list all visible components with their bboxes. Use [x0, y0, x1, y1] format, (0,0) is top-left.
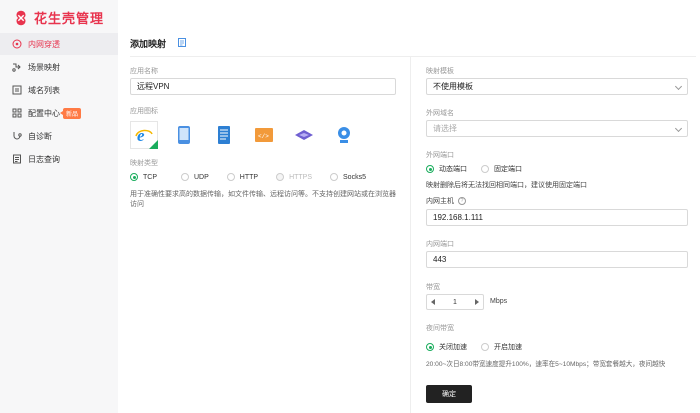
inner-port-label: 内网端口 — [426, 241, 454, 248]
sidebar-item-label: 日志查询 — [28, 154, 60, 164]
scene-icon — [12, 62, 22, 72]
app-name-label: 应用名称 — [130, 68, 158, 75]
sidebar: 花生壳管理 内网穿透 场景映射 域名列表 配置中心 新品 自诊断 日志查询 — [0, 0, 118, 413]
radio-dot — [426, 165, 434, 173]
network-icon — [12, 39, 22, 49]
radio-udp[interactable]: UDP — [181, 173, 209, 181]
template-select-value: 不使用模板 — [433, 82, 473, 91]
template-label: 映射模板 — [426, 68, 454, 75]
column-divider — [410, 57, 411, 413]
page-title: 添加映射 — [130, 39, 167, 49]
sidebar-item-diagnose[interactable]: 自诊断 — [0, 125, 118, 147]
sidebar-item-label: 内网穿透 — [28, 39, 60, 49]
inner-host-input[interactable]: 192.168.1.111 — [426, 209, 688, 226]
map-type-description: 用于准确性要求高的数据传输，如文件传输、远程访问等。不支持创建网站或在浏览器访问 — [130, 191, 396, 208]
radio-label: 动态端口 — [439, 166, 467, 173]
radio-accel-off[interactable]: 关闭加速 — [426, 342, 467, 352]
sidebar-item-label: 自诊断 — [28, 131, 52, 141]
radio-label: 开启加速 — [494, 344, 522, 351]
inner-host-label: 内网主机 — [426, 198, 454, 205]
night-bandwidth-label: 夜间带宽 — [426, 325, 454, 332]
bandwidth-unit: Mbps — [490, 298, 508, 305]
title-divider — [130, 56, 696, 57]
sidebar-item-logs[interactable]: 日志查询 — [0, 148, 118, 170]
chevron-down-icon — [674, 124, 683, 133]
bandwidth-label: 带宽 — [426, 284, 440, 291]
radio-dynamic-port[interactable]: 动态端口 — [426, 164, 467, 174]
config-grid-icon — [12, 108, 22, 118]
sidebar-item-label: 域名列表 — [28, 85, 60, 95]
sidebar-item-config[interactable]: 配置中心 新品 — [0, 102, 118, 124]
layers-icon[interactable] — [290, 121, 318, 149]
radio-dot — [181, 173, 189, 181]
radio-dot — [130, 173, 138, 181]
sidebar-item-label: 配置中心 — [28, 108, 60, 118]
template-select[interactable]: 不使用模板 — [426, 78, 688, 95]
selected-check-icon — [149, 140, 158, 149]
app-name-input[interactable]: 远程VPN — [130, 78, 396, 95]
html-icon[interactable]: </> — [250, 121, 278, 149]
night-radio-group: 关闭加速 开启加速 — [426, 342, 536, 352]
sidebar-item-scene[interactable]: 场景映射 — [0, 56, 118, 78]
radio-label: 固定端口 — [494, 166, 522, 173]
radio-label: UDP — [194, 173, 209, 181]
ext-domain-label: 外网域名 — [426, 110, 454, 117]
bandwidth-stepper[interactable]: 1 — [426, 294, 484, 310]
radio-accel-on[interactable]: 开启加速 — [481, 342, 522, 352]
ext-port-hint: 映射删除后将无法找回相同端口，建议使用固定端口 — [426, 182, 587, 189]
radio-dot — [481, 343, 489, 351]
diagnose-icon — [12, 131, 22, 141]
night-bandwidth-hint: 20:00~次日8:00带宽速度提升100%，速率在5~10Mbps；带宽套餐越… — [426, 361, 666, 368]
map-type-label: 映射类型 — [130, 160, 158, 167]
app-logo[interactable]: 花生壳管理 — [12, 8, 104, 27]
bandwidth-value[interactable]: 1 — [453, 299, 457, 306]
webcam-icon[interactable] — [330, 121, 358, 149]
sidebar-item-label: 场景映射 — [28, 62, 60, 72]
radio-dot — [226, 173, 235, 181]
main-panel: 添加映射 应用名称 远程VPN 应用图标 e </> 映射类型 TCP UDP — [118, 0, 700, 413]
doc-info-icon[interactable] — [178, 38, 186, 47]
svg-text:</>: </> — [258, 133, 269, 140]
radio-dot — [426, 343, 434, 351]
map-type-radio-group: TCP UDP HTTP HTTPS Socks5 — [130, 173, 380, 181]
ext-port-label: 外网端口 — [426, 152, 454, 159]
ext-port-radio-group: 动态端口 固定端口 — [426, 164, 536, 174]
confirm-button[interactable]: 确定 — [426, 385, 472, 403]
app-icon-label: 应用图标 — [130, 108, 158, 115]
svg-text:e: e — [137, 126, 145, 145]
radio-dot — [481, 165, 489, 173]
radio-label: TCP — [143, 173, 157, 181]
radio-label: Socks5 — [343, 173, 366, 181]
radio-label: 关闭加速 — [439, 344, 467, 351]
ie-browser-icon[interactable]: e — [130, 121, 158, 149]
app-title: 花生壳管理 — [34, 11, 105, 26]
ext-domain-select[interactable]: 请选择 — [426, 120, 688, 137]
radio-label: HTTP — [239, 173, 259, 181]
radio-http[interactable]: HTTP — [226, 173, 259, 181]
decrement-icon[interactable] — [431, 299, 435, 305]
radio-tcp[interactable]: TCP — [130, 173, 157, 181]
chevron-down-icon — [674, 82, 683, 91]
domain-list-icon — [12, 85, 22, 95]
radio-socks5[interactable]: Socks5 — [330, 173, 366, 181]
increment-icon[interactable] — [475, 299, 479, 305]
sidebar-item-intranet[interactable]: 内网穿透 — [0, 33, 118, 55]
ext-domain-placeholder: 请选择 — [433, 124, 457, 133]
app-icon-picker: e </> — [130, 121, 370, 149]
help-icon[interactable]: ? — [458, 197, 466, 206]
radio-fixed-port[interactable]: 固定端口 — [481, 164, 522, 174]
radio-label: HTTPS — [289, 173, 313, 181]
log-icon — [12, 154, 22, 164]
radio-dot — [330, 173, 339, 181]
sidebar-item-domains[interactable]: 域名列表 — [0, 79, 118, 101]
inner-host-label-row: 内网主机? — [426, 196, 466, 206]
new-badge: 新品 — [59, 107, 82, 119]
peanut-logo-icon — [16, 10, 26, 25]
mobile-icon[interactable] — [170, 121, 198, 149]
inner-port-input[interactable]: 443 — [426, 251, 688, 268]
radio-https: HTTPS — [276, 173, 312, 181]
radio-dot — [276, 173, 285, 181]
document-icon[interactable] — [210, 121, 238, 149]
